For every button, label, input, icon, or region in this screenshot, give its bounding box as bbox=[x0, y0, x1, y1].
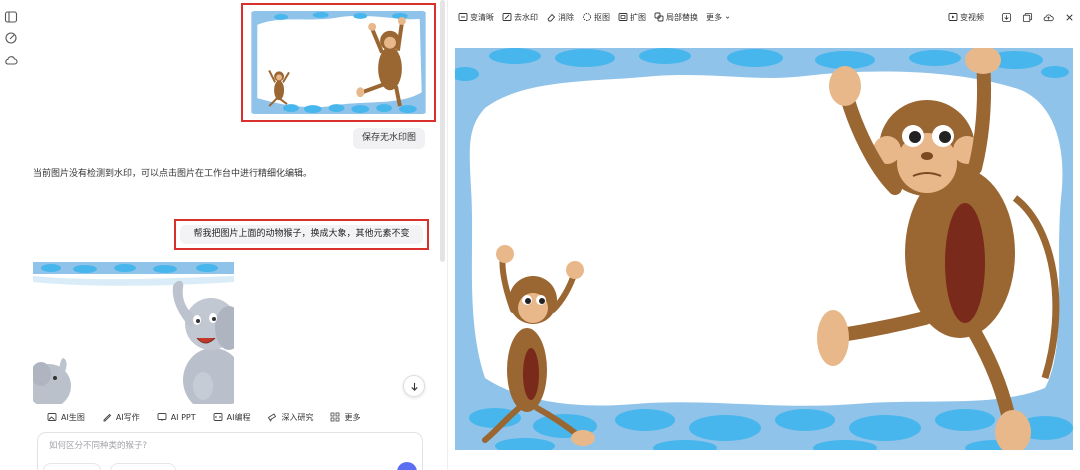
toolbar-label: 扩图 bbox=[630, 12, 646, 22]
ppt-icon bbox=[157, 413, 167, 421]
toolbar-remove-watermark[interactable]: 去水印 bbox=[502, 12, 538, 23]
monkey-frame-thumbnail[interactable] bbox=[249, 11, 428, 114]
toolbar-expand[interactable]: 扩图 bbox=[618, 12, 646, 23]
toolbar-enhance[interactable]: 变清晰 bbox=[458, 12, 494, 23]
tool-ai-image[interactable]: AI生图 bbox=[40, 407, 92, 427]
new-chat-icon[interactable] bbox=[4, 30, 18, 44]
cloud-icon[interactable] bbox=[4, 52, 18, 66]
tool-label: AI PPT bbox=[170, 412, 196, 422]
tool-label: 深入研究 bbox=[281, 412, 314, 422]
toolbar-label: 抠图 bbox=[594, 12, 610, 22]
elephant-result-image[interactable] bbox=[33, 262, 234, 404]
expand-icon bbox=[618, 13, 628, 21]
generated-image-message[interactable] bbox=[241, 3, 436, 122]
tool-ai-writing[interactable]: AI写作 bbox=[95, 407, 147, 427]
toolbar-more[interactable]: 更多 bbox=[706, 12, 731, 23]
ai-tools-bar: AI生图 AI写作 AI PPT AI编程 深入研究 更多 bbox=[40, 407, 370, 427]
toolbar-label: 变视频 bbox=[960, 12, 984, 22]
toolbar-erase[interactable]: 消除 bbox=[546, 12, 574, 23]
app-window: 保存无水印图 当前图片没有检测到水印，可以点击图片在工作台中进行精细化编辑。 帮… bbox=[0, 0, 1080, 470]
copy-button[interactable] bbox=[1020, 10, 1034, 24]
telescope-icon bbox=[268, 413, 277, 422]
image-gen-icon bbox=[47, 413, 57, 421]
send-button[interactable] bbox=[397, 462, 417, 470]
toolbar-cutout[interactable]: 抠图 bbox=[582, 12, 610, 23]
chat-input-placeholder[interactable]: 如何区分不同种类的猴子? bbox=[49, 439, 147, 451]
save-watermark-free-button[interactable]: 保存无水印图 bbox=[353, 128, 425, 149]
partial-replace-icon bbox=[654, 12, 664, 22]
main-image-canvas[interactable] bbox=[455, 48, 1073, 450]
user-message-highlight: 帮我把图片上面的动物猴子，换成大象，其他元素不变 bbox=[174, 219, 429, 250]
pen-icon bbox=[103, 413, 111, 422]
enhance-icon bbox=[458, 13, 468, 21]
chat-input-box[interactable]: 如何区分不同种类的猴子? bbox=[37, 432, 423, 470]
assistant-info-message: 当前图片没有检测到水印，可以点击图片在工作台中进行精细化编辑。 bbox=[33, 169, 313, 179]
toolbar-label: 局部替换 bbox=[666, 12, 698, 22]
close-icon bbox=[1065, 13, 1073, 21]
code-icon bbox=[213, 413, 223, 421]
toolbar-label: 变清晰 bbox=[470, 12, 494, 22]
remove-watermark-icon bbox=[502, 13, 512, 21]
tool-label: 更多 bbox=[344, 412, 361, 422]
toolbar-label: 去水印 bbox=[514, 12, 538, 22]
chat-scrollbar[interactable] bbox=[440, 0, 445, 262]
cutout-icon bbox=[583, 13, 591, 21]
chevron-down-icon bbox=[725, 16, 730, 19]
download-icon bbox=[1001, 12, 1011, 22]
video-icon bbox=[948, 13, 958, 21]
tool-ai-coding[interactable]: AI编程 bbox=[206, 407, 258, 427]
tool-label: AI生图 bbox=[61, 412, 85, 422]
tool-label: AI写作 bbox=[115, 412, 140, 422]
panel-divider bbox=[447, 0, 448, 470]
close-button[interactable] bbox=[1062, 10, 1076, 24]
grid-icon bbox=[331, 412, 340, 422]
tool-deep-research[interactable]: 深入研究 bbox=[260, 407, 320, 427]
copy-icon bbox=[1022, 12, 1032, 22]
eraser-icon bbox=[547, 13, 556, 22]
tool-more[interactable]: 更多 bbox=[323, 407, 367, 427]
toolbar-right-actions: 变视频 bbox=[948, 8, 1076, 26]
left-rail bbox=[0, 0, 22, 470]
tool-label: AI编程 bbox=[226, 412, 251, 422]
cloud-upload-icon bbox=[1043, 13, 1054, 21]
scroll-down-button[interactable] bbox=[403, 375, 425, 397]
monkey-frame-image[interactable] bbox=[455, 48, 1073, 450]
image-edit-toolbar: 变清晰 去水印 消除 抠图 扩图 局部替换 更多 bbox=[458, 8, 739, 26]
download-button[interactable] bbox=[999, 10, 1013, 24]
tool-ai-ppt[interactable]: AI PPT bbox=[150, 407, 203, 427]
sidebar-toggle-icon[interactable] bbox=[4, 9, 18, 23]
user-message-bubble: 帮我把图片上面的动物猴子，换成大象，其他元素不变 bbox=[180, 225, 423, 244]
input-option-button[interactable] bbox=[110, 463, 176, 470]
toolbar-label: 消除 bbox=[558, 12, 574, 22]
toolbar-label: 更多 bbox=[706, 12, 722, 22]
toolbar-partial-replace[interactable]: 局部替换 bbox=[654, 12, 698, 23]
input-option-button[interactable] bbox=[43, 463, 101, 470]
to-video-button[interactable]: 变视频 bbox=[948, 12, 984, 23]
arrow-down-icon bbox=[410, 382, 418, 391]
upload-cloud-button[interactable] bbox=[1041, 10, 1055, 24]
